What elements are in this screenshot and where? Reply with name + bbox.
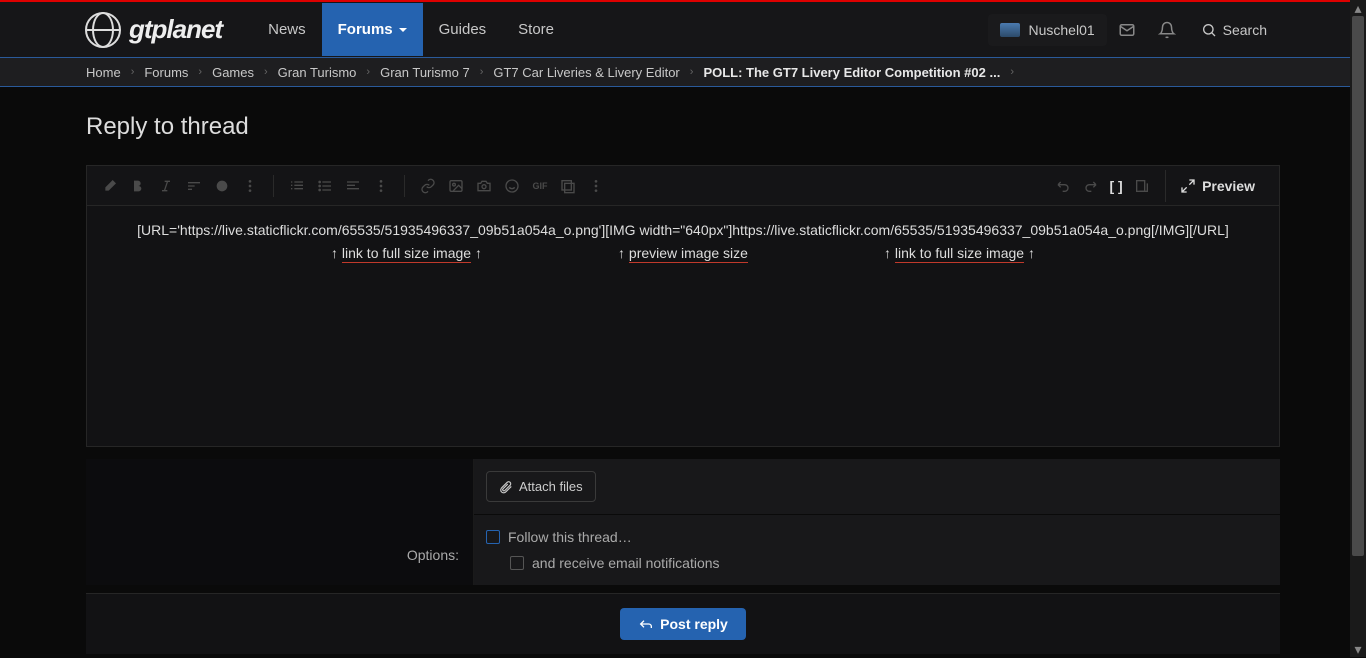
submit-row: Post reply [86,593,1280,654]
nav-forums[interactable]: Forums [322,3,423,56]
editor-toolbar: GIF [ ] Preview [87,166,1279,206]
attach-row: Attach files [474,459,1280,515]
scrollbar-thumb[interactable] [1352,16,1364,556]
redo-icon[interactable] [1077,173,1103,199]
crumb-gt7[interactable]: Gran Turismo 7 [380,65,470,80]
nav-news[interactable]: News [252,3,322,56]
eraser-icon[interactable] [97,173,123,199]
checkbox-group: Follow this thread… and receive email no… [474,515,1280,585]
nav-forums-label: Forums [338,21,393,38]
follow-checkbox[interactable] [486,530,500,544]
link-icon[interactable] [415,173,441,199]
page-content: Reply to thread [0,87,1366,654]
search-button[interactable]: Search [1187,14,1281,46]
crumb-sep: › [131,66,135,78]
options-label: Options: [407,547,459,563]
image-icon[interactable] [443,173,469,199]
follow-label: Follow this thread… [508,529,632,545]
text-color-icon[interactable] [209,173,235,199]
email-notifications-option[interactable]: and receive email notifications [510,555,1268,571]
crumb-sep: › [480,66,484,78]
options-content: Attach files Follow this thread… and rec… [474,459,1280,585]
crumb-sep: › [690,66,694,78]
search-label: Search [1223,22,1267,38]
italic-icon[interactable] [153,173,179,199]
breadcrumb: Home › Forums › Games › Gran Turismo › G… [0,57,1366,87]
crumb-gran-turismo[interactable]: Gran Turismo [278,65,357,80]
undo-icon[interactable] [1051,173,1077,199]
crumb-sep: › [1010,66,1014,78]
more-icon[interactable] [368,173,394,199]
header-right: Nuschel01 Search [988,10,1281,50]
preview-icon [1180,178,1196,194]
emoji-icon[interactable] [499,173,525,199]
font-size-icon[interactable] [181,173,207,199]
attach-files-button[interactable]: Attach files [486,471,596,502]
logo-text: gtplanet [129,14,222,45]
editor-content-line1: [URL='https://live.staticflickr.com/6553… [105,220,1261,241]
crumb-sep: › [264,66,268,78]
editor-textarea[interactable]: [URL='https://live.staticflickr.com/6553… [87,206,1279,446]
crumb-games[interactable]: Games [212,65,254,80]
avatar [1000,23,1020,37]
site-logo[interactable]: gtplanet [85,12,222,48]
attach-label: Attach files [519,479,583,494]
page-title: Reply to thread [86,113,1280,141]
bold-icon[interactable] [125,173,151,199]
user-menu[interactable]: Nuschel01 [988,14,1106,46]
bullet-list-icon[interactable] [312,173,338,199]
vertical-scrollbar[interactable]: ▴ ▾ [1350,0,1366,657]
editor-content-line2: ↑ link to full size image ↑ ↑ preview im… [263,243,1103,264]
align-icon[interactable] [340,173,366,199]
editor: GIF [ ] Preview [URL='https://live.stati… [86,165,1280,447]
crumb-forums[interactable]: Forums [144,65,188,80]
gif-icon[interactable]: GIF [527,173,553,199]
follow-thread-option[interactable]: Follow this thread… [486,529,1268,545]
crumb-sep: › [366,66,370,78]
search-icon [1201,22,1217,38]
more-icon[interactable] [237,173,263,199]
scroll-down-icon[interactable]: ▾ [1350,641,1366,657]
drafts-icon[interactable] [1129,173,1155,199]
main-header: gtplanet News Forums Guides Store Nusche… [0,2,1366,57]
more-icon[interactable] [583,173,609,199]
reply-icon [638,616,654,632]
crumb-liveries[interactable]: GT7 Car Liveries & Livery Editor [493,65,679,80]
options-section: Options: Attach files Follow this thread… [86,459,1280,585]
paperclip-icon [499,480,513,494]
preview-label: Preview [1202,178,1255,194]
camera-icon[interactable] [471,173,497,199]
media-icon[interactable] [555,173,581,199]
ordered-list-icon[interactable] [284,173,310,199]
bbcode-icon[interactable]: [ ] [1103,173,1129,199]
post-label: Post reply [660,616,728,632]
crumb-sep: › [198,66,202,78]
alerts-icon[interactable] [1147,10,1187,50]
post-reply-button[interactable]: Post reply [620,608,746,640]
scroll-up-icon[interactable]: ▴ [1350,0,1366,16]
preview-button[interactable]: Preview [1165,170,1269,202]
crumb-current[interactable]: POLL: The GT7 Livery Editor Competition … [703,65,1000,80]
email-checkbox[interactable] [510,556,524,570]
username: Nuschel01 [1028,22,1094,38]
nav-store[interactable]: Store [502,3,570,56]
globe-icon [85,12,121,48]
email-label: and receive email notifications [532,555,720,571]
inbox-icon[interactable] [1107,10,1147,50]
options-label-cell: Options: [86,459,474,585]
nav-guides[interactable]: Guides [423,3,503,56]
main-nav: News Forums Guides Store [252,3,570,56]
crumb-home[interactable]: Home [86,65,121,80]
chevron-down-icon [399,28,407,32]
